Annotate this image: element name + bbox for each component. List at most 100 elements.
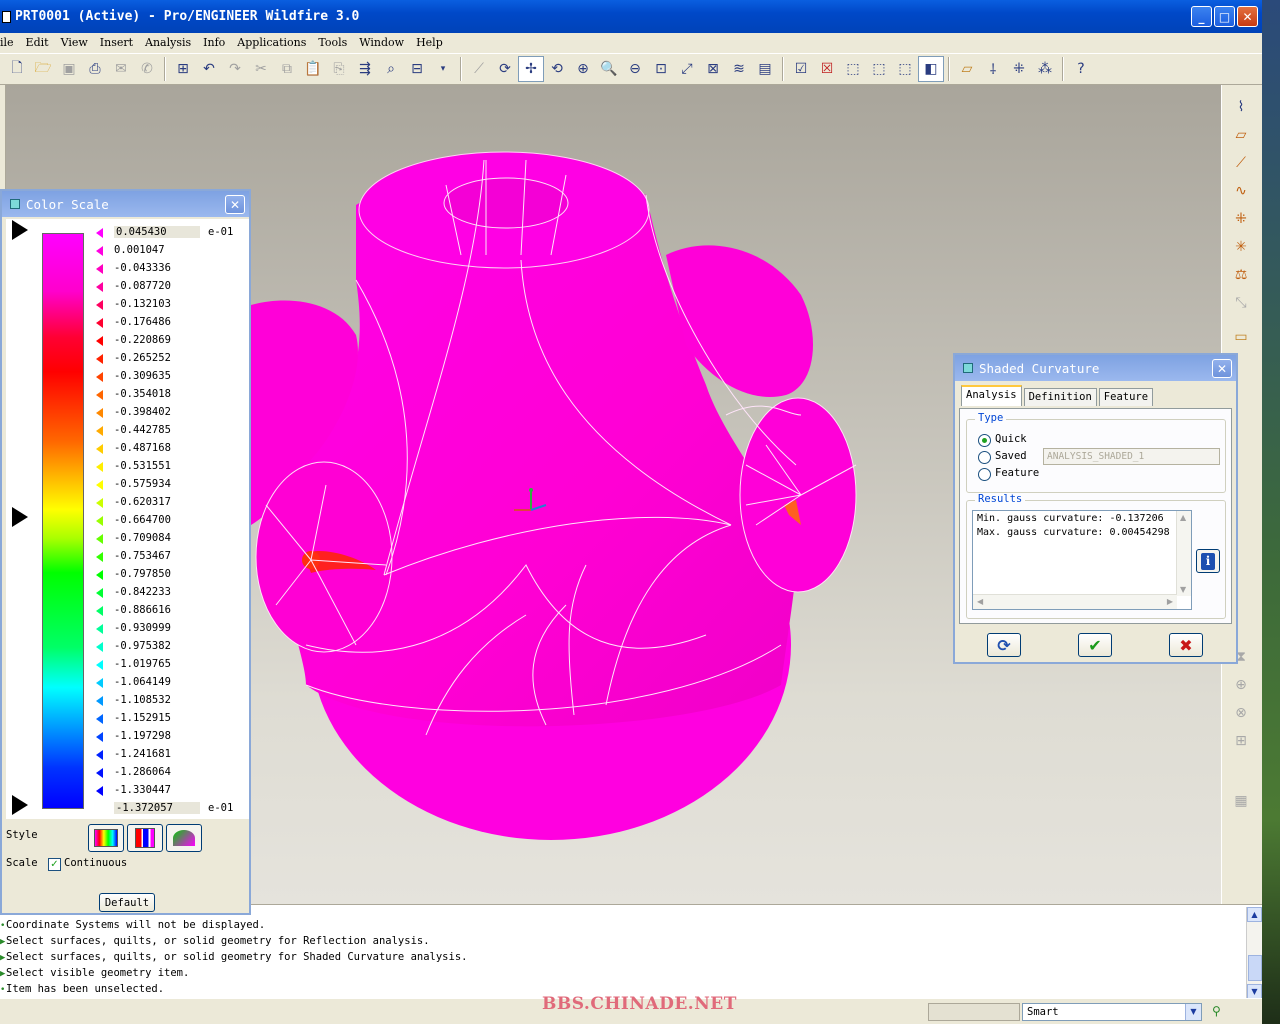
- copy-icon[interactable]: ⧉: [274, 56, 300, 82]
- menu-applications[interactable]: Applications: [231, 36, 312, 49]
- dropdown-arrow-icon[interactable]: ▾: [430, 56, 456, 82]
- analysis-name-field[interactable]: ANALYSIS_SHADED_1: [1043, 448, 1220, 465]
- regenerate-icon[interactable]: ⇶: [352, 56, 378, 82]
- style-surface-button[interactable]: [166, 824, 202, 852]
- scale-marker[interactable]: [96, 318, 103, 328]
- scale-marker[interactable]: [96, 642, 103, 652]
- scale-marker[interactable]: [96, 732, 103, 742]
- menu-analysis[interactable]: Analysis: [139, 36, 197, 49]
- scale-marker[interactable]: [96, 606, 103, 616]
- open-folder-icon[interactable]: 🗁: [30, 56, 56, 82]
- context-help-icon[interactable]: ?: [1068, 56, 1094, 82]
- new-file-icon[interactable]: 🗋: [4, 56, 30, 82]
- orient-mode-icon[interactable]: ⟲: [544, 56, 570, 82]
- model-tree-icon[interactable]: ⊞: [170, 56, 196, 82]
- message-scrollbar[interactable]: ▲ ▼: [1246, 907, 1262, 999]
- scale-marker[interactable]: [96, 354, 103, 364]
- scale-marker[interactable]: [96, 624, 103, 634]
- print-icon[interactable]: ⎙: [82, 56, 108, 82]
- datum-points-icon[interactable]: ⁜: [1006, 56, 1032, 82]
- top-value-field[interactable]: 0.045430: [114, 226, 200, 238]
- info-button[interactable]: i: [1196, 549, 1220, 573]
- hidden-line-icon[interactable]: ⟋: [466, 56, 492, 82]
- datum-planes-icon[interactable]: ⏥: [954, 56, 980, 82]
- refit-icon[interactable]: ⊡: [648, 56, 674, 82]
- datum-plane-tool-icon[interactable]: ▱: [1228, 123, 1254, 147]
- top-range-pointer[interactable]: [12, 220, 28, 240]
- scale-marker[interactable]: [96, 336, 103, 346]
- type-quick-radio[interactable]: [978, 434, 991, 447]
- wireframe-icon[interactable]: ☑: [788, 56, 814, 82]
- extrude-tool-icon[interactable]: ▭: [1228, 325, 1254, 349]
- menu-help[interactable]: Help: [410, 36, 449, 49]
- datum-curve-tool-icon[interactable]: ∿: [1228, 179, 1254, 203]
- scale-marker[interactable]: [96, 426, 103, 436]
- scale-marker[interactable]: [96, 480, 103, 490]
- chevron-down-icon[interactable]: ▼: [1185, 1004, 1201, 1020]
- scale-marker[interactable]: [96, 444, 103, 454]
- shaded-curvature-close-button[interactable]: ✕: [1212, 359, 1232, 378]
- datum-axis-tool-icon[interactable]: ⟋: [1228, 151, 1254, 175]
- grid-tool-icon[interactable]: ▦: [1228, 789, 1254, 813]
- menu-window[interactable]: Window: [353, 36, 410, 49]
- scale-marker[interactable]: [96, 660, 103, 670]
- zoom-in-area-icon[interactable]: ⊕: [570, 56, 596, 82]
- repeat-button[interactable]: ⟳: [987, 633, 1021, 657]
- find-icon[interactable]: ⌕: [378, 56, 404, 82]
- scale-marker[interactable]: [96, 750, 103, 760]
- scale-marker[interactable]: [96, 246, 103, 256]
- menu-view[interactable]: View: [55, 36, 94, 49]
- style-rainbow-button[interactable]: [88, 824, 124, 852]
- datum-point-tool-icon[interactable]: ⁜: [1228, 207, 1254, 231]
- layers-icon[interactable]: ≋: [726, 56, 752, 82]
- scale-marker[interactable]: [96, 462, 103, 472]
- scale-marker[interactable]: [96, 696, 103, 706]
- type-saved-radio[interactable]: [978, 451, 991, 464]
- zoom-out-icon[interactable]: ⊖: [622, 56, 648, 82]
- scale-marker[interactable]: [96, 534, 103, 544]
- pattern-tool-icon[interactable]: ⊞: [1228, 729, 1254, 753]
- reorient-icon[interactable]: ⤢: [674, 56, 700, 82]
- sketch-tool-icon[interactable]: ⌇: [1228, 95, 1254, 119]
- scale-marker[interactable]: [96, 282, 103, 292]
- enhanced-realism-icon[interactable]: ⬚: [892, 56, 918, 82]
- scroll-thumb[interactable]: [1248, 955, 1262, 981]
- tab-analysis[interactable]: Analysis: [961, 385, 1022, 406]
- spin-center-icon[interactable]: ✢: [518, 56, 544, 82]
- analysis-feature-icon[interactable]: ⚖: [1228, 263, 1254, 287]
- shaded-view-icon[interactable]: ◧: [918, 56, 944, 82]
- continuous-checkbox[interactable]: ✓: [48, 858, 61, 871]
- scale-marker[interactable]: [96, 678, 103, 688]
- menu-insert[interactable]: Insert: [94, 36, 139, 49]
- style-tool-icon[interactable]: ⤡: [1228, 291, 1254, 315]
- repaint-icon[interactable]: ⟳: [492, 56, 518, 82]
- maximize-button[interactable]: □: [1214, 6, 1235, 27]
- results-vertical-scrollbar[interactable]: ▲ ▼: [1176, 511, 1191, 596]
- send-mail-icon[interactable]: ✉: [108, 56, 134, 82]
- selection-filter-dropdown[interactable]: Smart ▼: [1022, 1003, 1202, 1021]
- style-bands-button[interactable]: [127, 824, 163, 852]
- scale-marker[interactable]: [96, 570, 103, 580]
- color-scale-close-button[interactable]: ✕: [225, 195, 245, 214]
- ok-button[interactable]: ✔: [1078, 633, 1112, 657]
- traffic-light-icon[interactable]: ⚲: [1212, 1004, 1222, 1020]
- middle-range-pointer[interactable]: [12, 507, 28, 527]
- send-link-icon[interactable]: ✆: [134, 56, 160, 82]
- menu-tools[interactable]: Tools: [312, 36, 353, 49]
- coordinate-system-tool-icon[interactable]: ✳: [1228, 235, 1254, 259]
- results-textbox[interactable]: Min. gauss curvature: -0.137206 Max. gau…: [972, 510, 1192, 610]
- scale-marker[interactable]: [96, 714, 103, 724]
- scale-marker[interactable]: [96, 228, 103, 238]
- minimize-button[interactable]: _: [1191, 6, 1212, 27]
- cut-icon[interactable]: ✂: [248, 56, 274, 82]
- saved-views-icon[interactable]: ⊠: [700, 56, 726, 82]
- shading-icon[interactable]: ⬚: [866, 56, 892, 82]
- close-button[interactable]: ✕: [1237, 6, 1258, 27]
- scale-marker[interactable]: [96, 552, 103, 562]
- menu-edit[interactable]: Edit: [20, 36, 55, 49]
- no-hidden-icon[interactable]: ⬚: [840, 56, 866, 82]
- save-icon[interactable]: ▣: [56, 56, 82, 82]
- type-feature-radio[interactable]: [978, 468, 991, 481]
- paste-icon[interactable]: 📋: [300, 56, 326, 82]
- scroll-up-icon[interactable]: ▲: [1247, 907, 1262, 922]
